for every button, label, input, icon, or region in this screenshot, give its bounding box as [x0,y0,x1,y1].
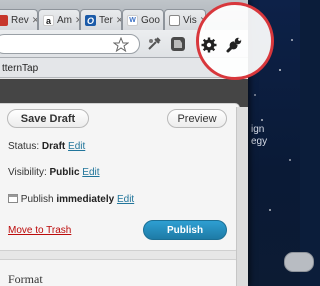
bookmark-star-icon[interactable] [113,37,129,52]
edit-schedule-link[interactable]: Edit [117,194,134,205]
edit-visibility-link[interactable]: Edit [82,167,99,178]
status-value: Draft [41,141,66,152]
format-title: Format [8,272,43,286]
highlight-circle [196,2,274,80]
gear-icon[interactable] [201,37,217,53]
page-icon [169,15,180,26]
amazon-a-icon: a [43,15,54,26]
red-favicon-icon [0,15,8,26]
bookmark-item[interactable]: tternTap [2,63,38,74]
publish-label: Publish [20,194,54,205]
site-text-line: ign [251,124,265,135]
address-bar[interactable] [0,34,140,54]
schedule-row: Publish immediately Edit [8,193,134,205]
blue-site-icon: O [85,15,96,26]
scrollbar[interactable] [236,107,248,286]
tab-ter[interactable]: O Ter ✕ [80,9,122,31]
visibility-label: Visibility: [8,167,47,178]
edit-status-link[interactable]: Edit [68,141,85,152]
editor-sidebar: Save Draft Preview Status: Draft Edit Vi… [0,103,248,286]
site-search-input[interactable] [284,252,314,272]
move-to-trash-link[interactable]: Move to Trash [8,225,71,236]
tab-label: Ter [99,15,113,26]
publish-panel: Save Draft Preview Status: Draft Edit Vi… [0,103,240,251]
evernote-icon[interactable] [170,36,186,52]
site-text: ign egy [251,124,267,148]
publish-button[interactable]: Publish [143,220,227,240]
save-draft-button[interactable]: Save Draft [7,109,89,128]
tab-amazon[interactable]: a Am ✕ [38,9,80,31]
tab-label: Goo [141,15,160,26]
tab-label: Vis [183,15,197,26]
tab-label: Rev [11,15,29,26]
wrench-icon[interactable] [225,36,243,54]
tab-goo[interactable]: W Goo ✕ [122,9,164,31]
visibility-row: Visibility: Public Edit [8,167,100,178]
calendar-icon [8,194,18,203]
format-panel: Format [0,259,240,286]
extension-icon[interactable] [146,36,162,52]
status-row: Status: Draft Edit [8,141,85,152]
publish-value: immediately [56,194,115,205]
tab-rev[interactable]: Rev ✕ [0,9,38,31]
tab-label: Am [57,15,72,26]
google-w-icon: W [127,15,138,26]
site-text-line: egy [251,136,268,147]
preview-button[interactable]: Preview [167,109,227,128]
status-label: Status: [8,141,40,152]
visibility-value: Public [49,167,80,178]
